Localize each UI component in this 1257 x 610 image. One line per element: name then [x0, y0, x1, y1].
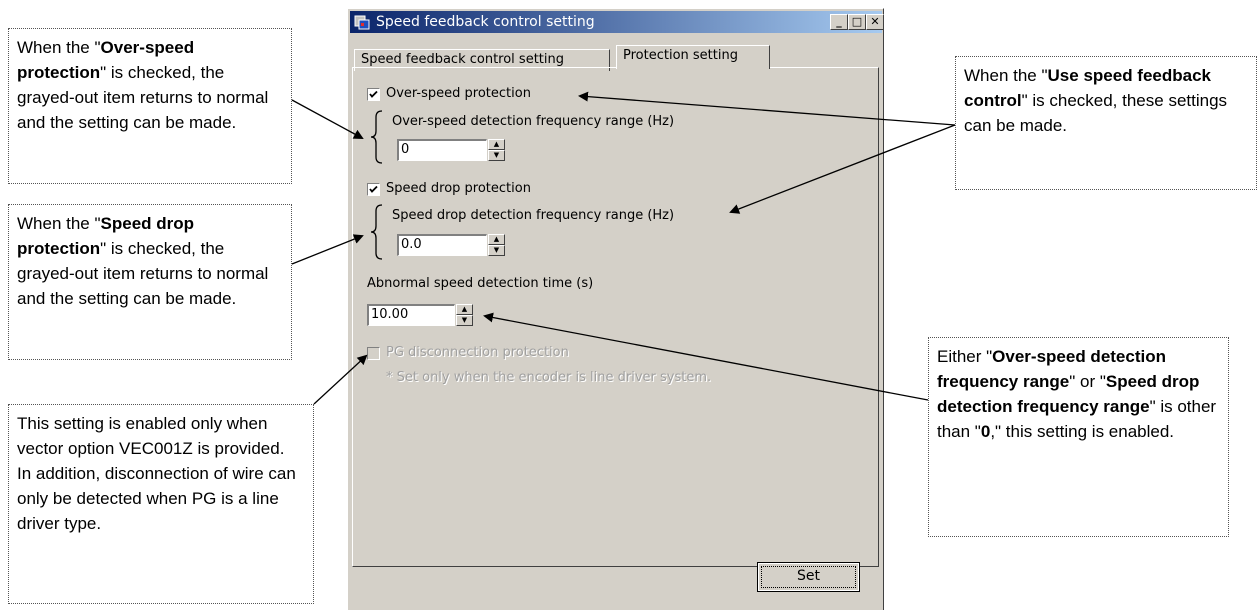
arrow-line	[291, 234, 364, 265]
arrow-line	[578, 91, 956, 126]
arrow-line	[483, 312, 929, 401]
arrows-overlay	[291, 91, 956, 405]
arrow-line	[313, 354, 368, 405]
arrow-line	[729, 124, 956, 214]
tab-protection-setting[interactable]: Protection setting	[616, 45, 770, 69]
tab-label: Protection setting	[623, 48, 738, 63]
arrow-line	[291, 99, 364, 139]
